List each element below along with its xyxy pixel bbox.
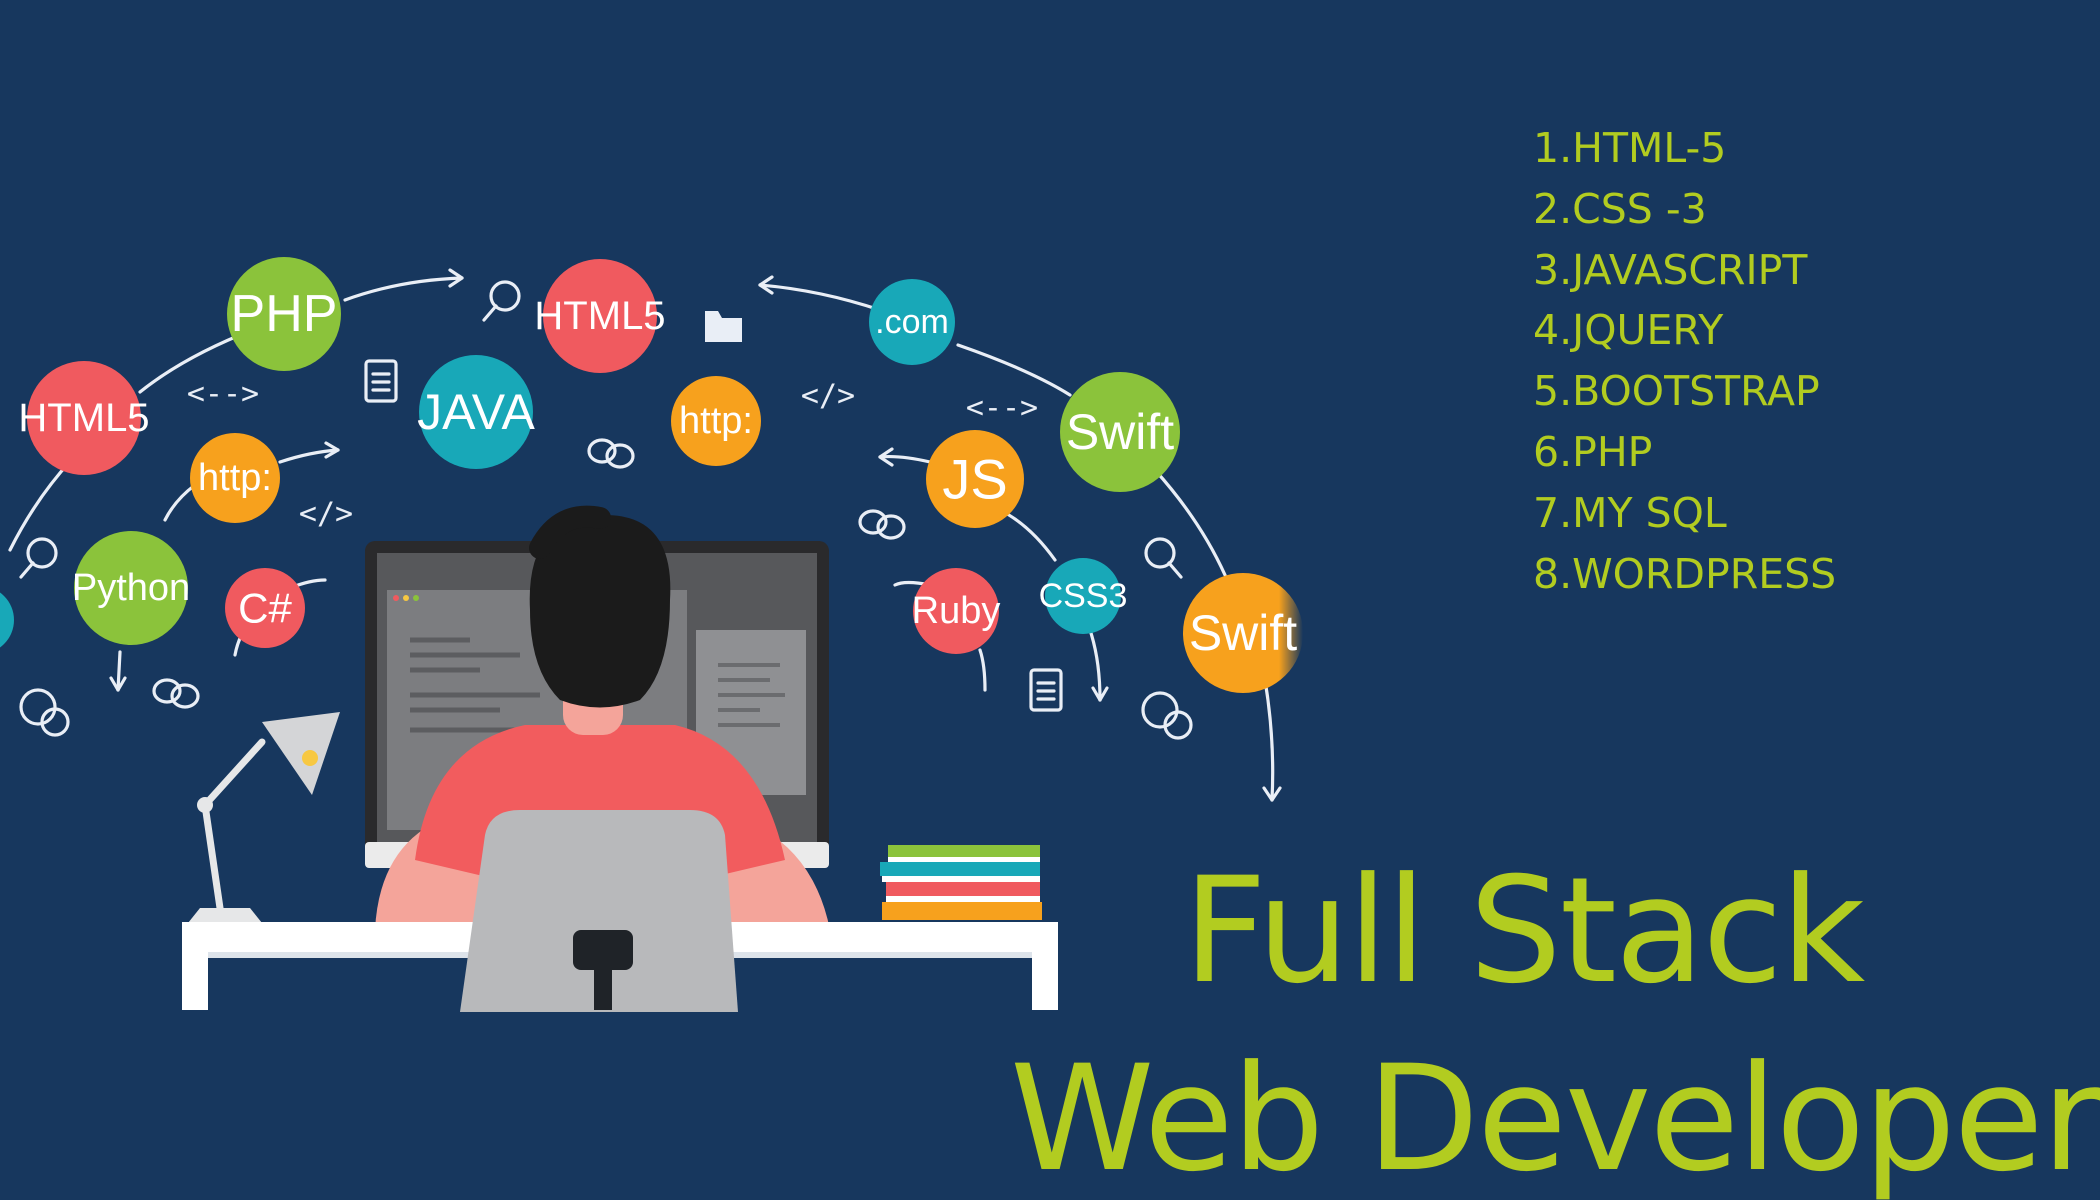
svg-text:CSS3: CSS3 (1039, 577, 1128, 615)
title-line-1: Full Stack (1183, 846, 1865, 1016)
bubble-swift-lower: Swift (1183, 573, 1303, 693)
skill-item: 6.PHP (1533, 427, 1653, 476)
office-chair (460, 810, 738, 1012)
chat-icon (858, 509, 906, 540)
svg-text:Swift: Swift (1189, 605, 1297, 661)
skill-item: 8.WORDPRESS (1533, 549, 1837, 598)
skill-item: 1.HTML-5 (1533, 124, 1727, 172)
bubble-dotcom: .com (869, 279, 955, 365)
svg-text:Swift: Swift (1066, 404, 1174, 460)
search-icon (482, 280, 521, 322)
bubble-csharp: C# (225, 568, 305, 648)
folder-icon (705, 311, 742, 342)
svg-text:C#: C# (238, 585, 292, 632)
svg-text:http:: http: (198, 457, 272, 499)
arrows-symbol: <--> (187, 377, 259, 412)
bubble-http-mid: http: (671, 376, 761, 466)
skill-item: 7.MY SQL (1533, 488, 1727, 537)
search-icon (1144, 537, 1183, 579)
skill-item: 2.CSS -3 (1533, 184, 1707, 233)
title-line-2: Web Developer (1010, 1034, 2100, 1200)
chat-icon (152, 678, 200, 709)
bubble-php: PHP (227, 257, 341, 371)
svg-text:HTML5: HTML5 (534, 294, 665, 338)
svg-text:http:: http: (679, 400, 753, 442)
settings-icon (19, 688, 70, 737)
arrows-symbol: <--> (966, 391, 1038, 426)
bubble-partial-edge (0, 592, 14, 648)
bubble-java: JAVA (417, 355, 535, 469)
document-icon (1029, 668, 1063, 712)
skill-item: 4.JQUERY (1533, 306, 1724, 355)
svg-text:JAVA: JAVA (417, 384, 535, 440)
desk-lamp (188, 712, 340, 923)
skill-item: 5.BOOTSTRAP (1533, 367, 1820, 416)
bubble-html5-left: HTML5 (18, 361, 150, 475)
bubble-html5-top: HTML5 (534, 259, 666, 373)
code-tag-symbol: </> (299, 497, 353, 532)
bubble-css3: CSS3 (1039, 558, 1128, 634)
bubble-js: JS (926, 430, 1024, 528)
code-tag-symbol: </> (801, 379, 855, 414)
bubble-ruby: Ruby (912, 568, 1001, 654)
settings-icon (1141, 691, 1193, 740)
search-icon (19, 537, 58, 579)
skills-list: 1.HTML-5 2.CSS -3 3.JAVASCRIPT 4.JQUERY … (1533, 118, 1836, 604)
bubble-swift-upper: Swift (1060, 372, 1180, 492)
svg-text:JS: JS (942, 448, 1007, 511)
chat-icon (587, 438, 635, 469)
bubble-python: Python (72, 531, 190, 645)
bubble-http-left: http: (190, 433, 280, 523)
svg-text:.com: .com (875, 303, 949, 341)
skill-item: 3.JAVASCRIPT (1533, 245, 1808, 294)
svg-text:Ruby: Ruby (912, 590, 1001, 632)
book-stack (880, 845, 1042, 920)
banner: HTML5 PHP HTML5 JAVA http: http: Python (0, 0, 2100, 1200)
svg-text:HTML5: HTML5 (18, 396, 149, 440)
svg-text:Python: Python (72, 567, 190, 609)
document-icon (364, 359, 398, 403)
svg-text:PHP: PHP (231, 285, 338, 343)
